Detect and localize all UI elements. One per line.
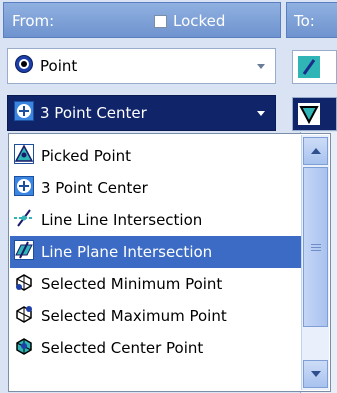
locked-checkbox[interactable]: Locked (154, 12, 225, 30)
list-item-selected-minimum-point[interactable]: Selected Minimum Point (10, 268, 302, 300)
vertical-scrollbar[interactable] (301, 135, 329, 390)
list-item-picked-point[interactable]: Picked Point (10, 140, 302, 172)
scroll-thumb[interactable] (303, 167, 328, 327)
from-header: From: Locked (3, 2, 281, 38)
to-method-combo[interactable] (292, 97, 337, 131)
locked-label: Locked (173, 12, 226, 30)
picked-point-icon (14, 144, 34, 168)
line-plane-intersection-icon (14, 240, 34, 264)
list-item-3-point-center[interactable]: 3 Point Center (10, 172, 302, 204)
dropdown-list[interactable]: Picked Point 3 Point Center Line Line In… (8, 133, 331, 392)
list-item-selected-maximum-point[interactable]: Selected Maximum Point (10, 300, 302, 332)
item-label: 3 Point Center (41, 179, 148, 197)
from-method-combo[interactable]: 3 Point Center (7, 95, 276, 131)
list-item-line-plane-intersection[interactable]: Line Plane Intersection (10, 236, 302, 268)
line-line-intersection-icon (14, 208, 34, 232)
line-icon (298, 56, 320, 78)
item-label: Line Plane Intersection (41, 243, 213, 261)
three-point-center-icon (14, 101, 34, 125)
item-label: Line Line Intersection (41, 211, 203, 229)
scroll-down-button[interactable] (303, 360, 328, 388)
target-point-icon (14, 54, 34, 78)
grip-line (311, 250, 321, 251)
grip-line (311, 244, 321, 245)
item-label: Picked Point (41, 147, 132, 165)
item-label: Selected Center Point (41, 339, 204, 357)
to-header: To: (286, 2, 337, 38)
to-type-combo[interactable] (292, 50, 337, 84)
arrow-up-icon (311, 148, 321, 154)
to-label: To: (294, 12, 315, 30)
checkbox-box[interactable] (154, 14, 167, 28)
scroll-up-button[interactable] (303, 137, 328, 165)
list-item-selected-center-point[interactable]: Selected Center Point (10, 332, 302, 364)
list-item-line-line-intersection[interactable]: Line Line Intersection (10, 204, 302, 236)
selected-maximum-point-icon (14, 304, 34, 328)
three-point-center-icon (14, 176, 34, 200)
grip-line (311, 247, 321, 248)
from-label: From: (12, 12, 55, 30)
chevron-down-icon[interactable] (257, 111, 265, 116)
item-label: Selected Maximum Point (41, 307, 227, 325)
chevron-down-icon[interactable] (257, 64, 265, 69)
combo-value: 3 Point Center (40, 104, 147, 122)
selected-center-point-icon (14, 336, 34, 360)
arrow-down-icon (311, 371, 321, 377)
item-label: Selected Minimum Point (41, 275, 223, 293)
from-type-combo[interactable]: Point (7, 48, 276, 84)
selected-minimum-point-icon (14, 272, 34, 296)
combo-value: Point (40, 57, 78, 75)
triangle-icon (298, 103, 320, 125)
